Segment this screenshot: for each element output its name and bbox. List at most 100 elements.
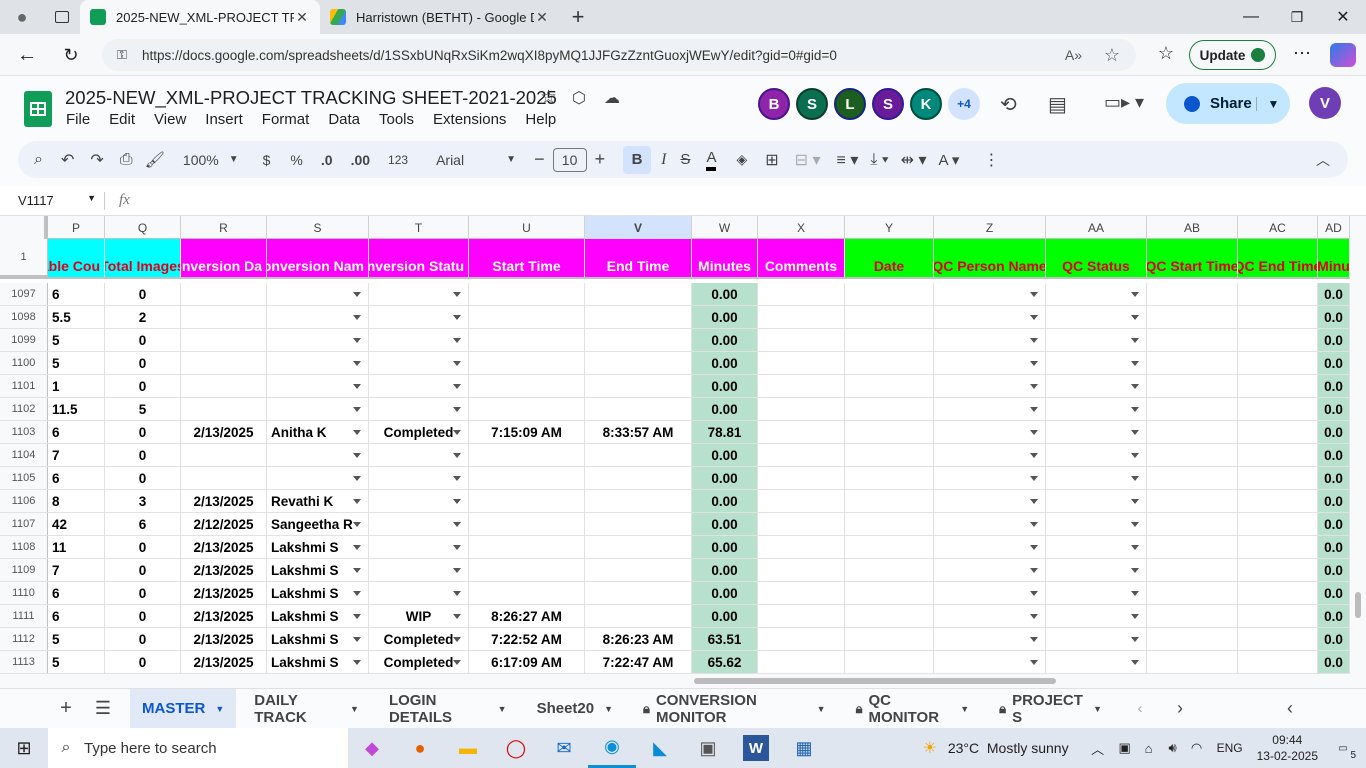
cell-ab[interactable]	[1147, 421, 1238, 443]
cell-aa[interactable]	[1046, 513, 1147, 535]
cell-v[interactable]	[585, 398, 692, 420]
cell-y[interactable]	[845, 490, 934, 512]
cell-z[interactable]	[934, 421, 1046, 443]
italic-button[interactable]: I	[661, 146, 666, 174]
cell-u[interactable]: 8:26:27 AM	[469, 605, 585, 627]
cell-v[interactable]	[585, 283, 692, 305]
cell-r[interactable]: 2/13/2025	[181, 605, 267, 627]
merge-cells-icon[interactable]: ⊟ ▾	[795, 146, 821, 174]
cell-y[interactable]	[845, 375, 934, 397]
language-indicator[interactable]: ENG	[1217, 741, 1243, 755]
cell-s[interactable]	[267, 352, 369, 374]
cell-ad[interactable]: 0.0	[1318, 467, 1350, 489]
cell-ad[interactable]: 0.0	[1318, 306, 1350, 328]
font-select[interactable]: Arial ▼	[436, 146, 516, 174]
cell-q[interactable]: 0	[105, 375, 181, 397]
cell-r[interactable]: 2/13/2025	[181, 651, 267, 673]
column-header-z[interactable]: Z	[934, 216, 1046, 239]
cell-aa[interactable]	[1046, 582, 1147, 604]
cell-u[interactable]	[469, 398, 585, 420]
copilot-taskbar-icon[interactable]: ◆	[348, 738, 396, 759]
cell-ad[interactable]: 0.0	[1318, 421, 1350, 443]
update-button[interactable]: Update	[1189, 40, 1276, 70]
cell-q[interactable]: 0	[105, 444, 181, 466]
star-icon[interactable]: ☆	[540, 86, 557, 109]
cell-u[interactable]	[469, 352, 585, 374]
sheet-tab-qc-monitor[interactable]: 🔒︎ QC MONITOR ▼	[844, 689, 982, 729]
cell-v[interactable]	[585, 536, 692, 558]
spreadsheet-grid[interactable]: PQRSTUVWXYZAAABACAD1able CouTotal Images…	[0, 216, 1350, 674]
cell-aa[interactable]	[1046, 605, 1147, 627]
cell-p[interactable]: 7	[48, 559, 105, 581]
header-cell-z[interactable]: QC Person Name	[934, 239, 1046, 277]
cell-q[interactable]: 0	[105, 559, 181, 581]
cell-w[interactable]: 0.00	[692, 352, 758, 374]
cell-ad[interactable]: 0.0	[1318, 605, 1350, 627]
cell-x[interactable]	[758, 559, 845, 581]
row-number[interactable]: 1103	[0, 421, 48, 443]
cell-y[interactable]	[845, 651, 934, 673]
sheet-tab-daily-track[interactable]: DAILY TRACK ▼	[242, 689, 371, 729]
header-cell-aa[interactable]: QC Status	[1046, 239, 1147, 277]
cell-aa[interactable]	[1046, 490, 1147, 512]
cell-z[interactable]	[934, 605, 1046, 627]
url-box[interactable]: ⚿ https://docs.google.com/spreadsheets/d…	[102, 39, 1136, 71]
redo-icon[interactable]: ↷	[90, 146, 103, 174]
cell-ad[interactable]: 0.0	[1318, 582, 1350, 604]
cell-ac[interactable]	[1238, 536, 1318, 558]
cell-w[interactable]: 0.00	[692, 375, 758, 397]
all-sheets-icon[interactable]: ☰	[86, 698, 120, 719]
cell-z[interactable]	[934, 329, 1046, 351]
cell-r[interactable]: 2/13/2025	[181, 536, 267, 558]
cell-q[interactable]: 0	[105, 467, 181, 489]
zoom-select[interactable]: 100% ▼	[183, 146, 239, 174]
read-aloud-icon[interactable]: A»	[1065, 47, 1082, 63]
chevron-down-icon[interactable]: ▼	[604, 704, 613, 714]
cell-x[interactable]	[758, 375, 845, 397]
cell-z[interactable]	[934, 352, 1046, 374]
cell-x[interactable]	[758, 398, 845, 420]
cell-v[interactable]	[585, 605, 692, 627]
cell-ab[interactable]	[1147, 283, 1238, 305]
cell-w[interactable]: 0.00	[692, 283, 758, 305]
cell-r[interactable]: 2/13/2025	[181, 490, 267, 512]
cell-ad[interactable]: 0.0	[1318, 490, 1350, 512]
cell-s[interactable]: Lakshmi S	[267, 605, 369, 627]
menu-edit[interactable]: Edit	[109, 111, 135, 128]
header-cell-p[interactable]: able Cou	[48, 239, 105, 277]
cell-z[interactable]	[934, 513, 1046, 535]
cell-x[interactable]	[758, 467, 845, 489]
cell-q[interactable]: 0	[105, 651, 181, 673]
cell-p[interactable]: 5	[48, 329, 105, 351]
chevron-down-icon[interactable]: ▼	[960, 704, 969, 714]
header-cell-s[interactable]: onversion Nam	[267, 239, 369, 277]
column-header-ad[interactable]: AD	[1318, 216, 1350, 239]
chevron-down-icon[interactable]: ▼	[350, 704, 359, 714]
more-collaborators[interactable]: +4	[948, 88, 980, 120]
header-cell-x[interactable]: Comments	[758, 239, 845, 277]
header-cell-ac[interactable]: QC End Time	[1238, 239, 1318, 277]
cell-v[interactable]	[585, 352, 692, 374]
network-icon[interactable]: ⌂	[1137, 741, 1161, 756]
cell-q[interactable]: 5	[105, 398, 181, 420]
row-number[interactable]: 1101	[0, 375, 48, 397]
cell-aa[interactable]	[1046, 306, 1147, 328]
cell-y[interactable]	[845, 421, 934, 443]
cell-z[interactable]	[934, 283, 1046, 305]
row-number[interactable]: 1	[0, 239, 48, 275]
favorite-star-icon[interactable]: ☆	[1104, 45, 1120, 66]
h-scroll-thumb[interactable]	[694, 678, 1056, 684]
cell-t[interactable]	[369, 375, 469, 397]
cell-ac[interactable]	[1238, 582, 1318, 604]
cell-v[interactable]	[585, 513, 692, 535]
cell-aa[interactable]	[1046, 398, 1147, 420]
column-header-y[interactable]: Y	[845, 216, 934, 239]
percent-button[interactable]: %	[290, 146, 302, 174]
cell-r[interactable]	[181, 398, 267, 420]
cell-ad[interactable]: 0.0	[1318, 329, 1350, 351]
row-number[interactable]: 1106	[0, 490, 48, 512]
menu-insert[interactable]: Insert	[205, 111, 243, 128]
cell-r[interactable]	[181, 352, 267, 374]
row-number[interactable]: 1104	[0, 444, 48, 466]
paint-format-icon[interactable]: 🖌︎	[145, 146, 165, 174]
